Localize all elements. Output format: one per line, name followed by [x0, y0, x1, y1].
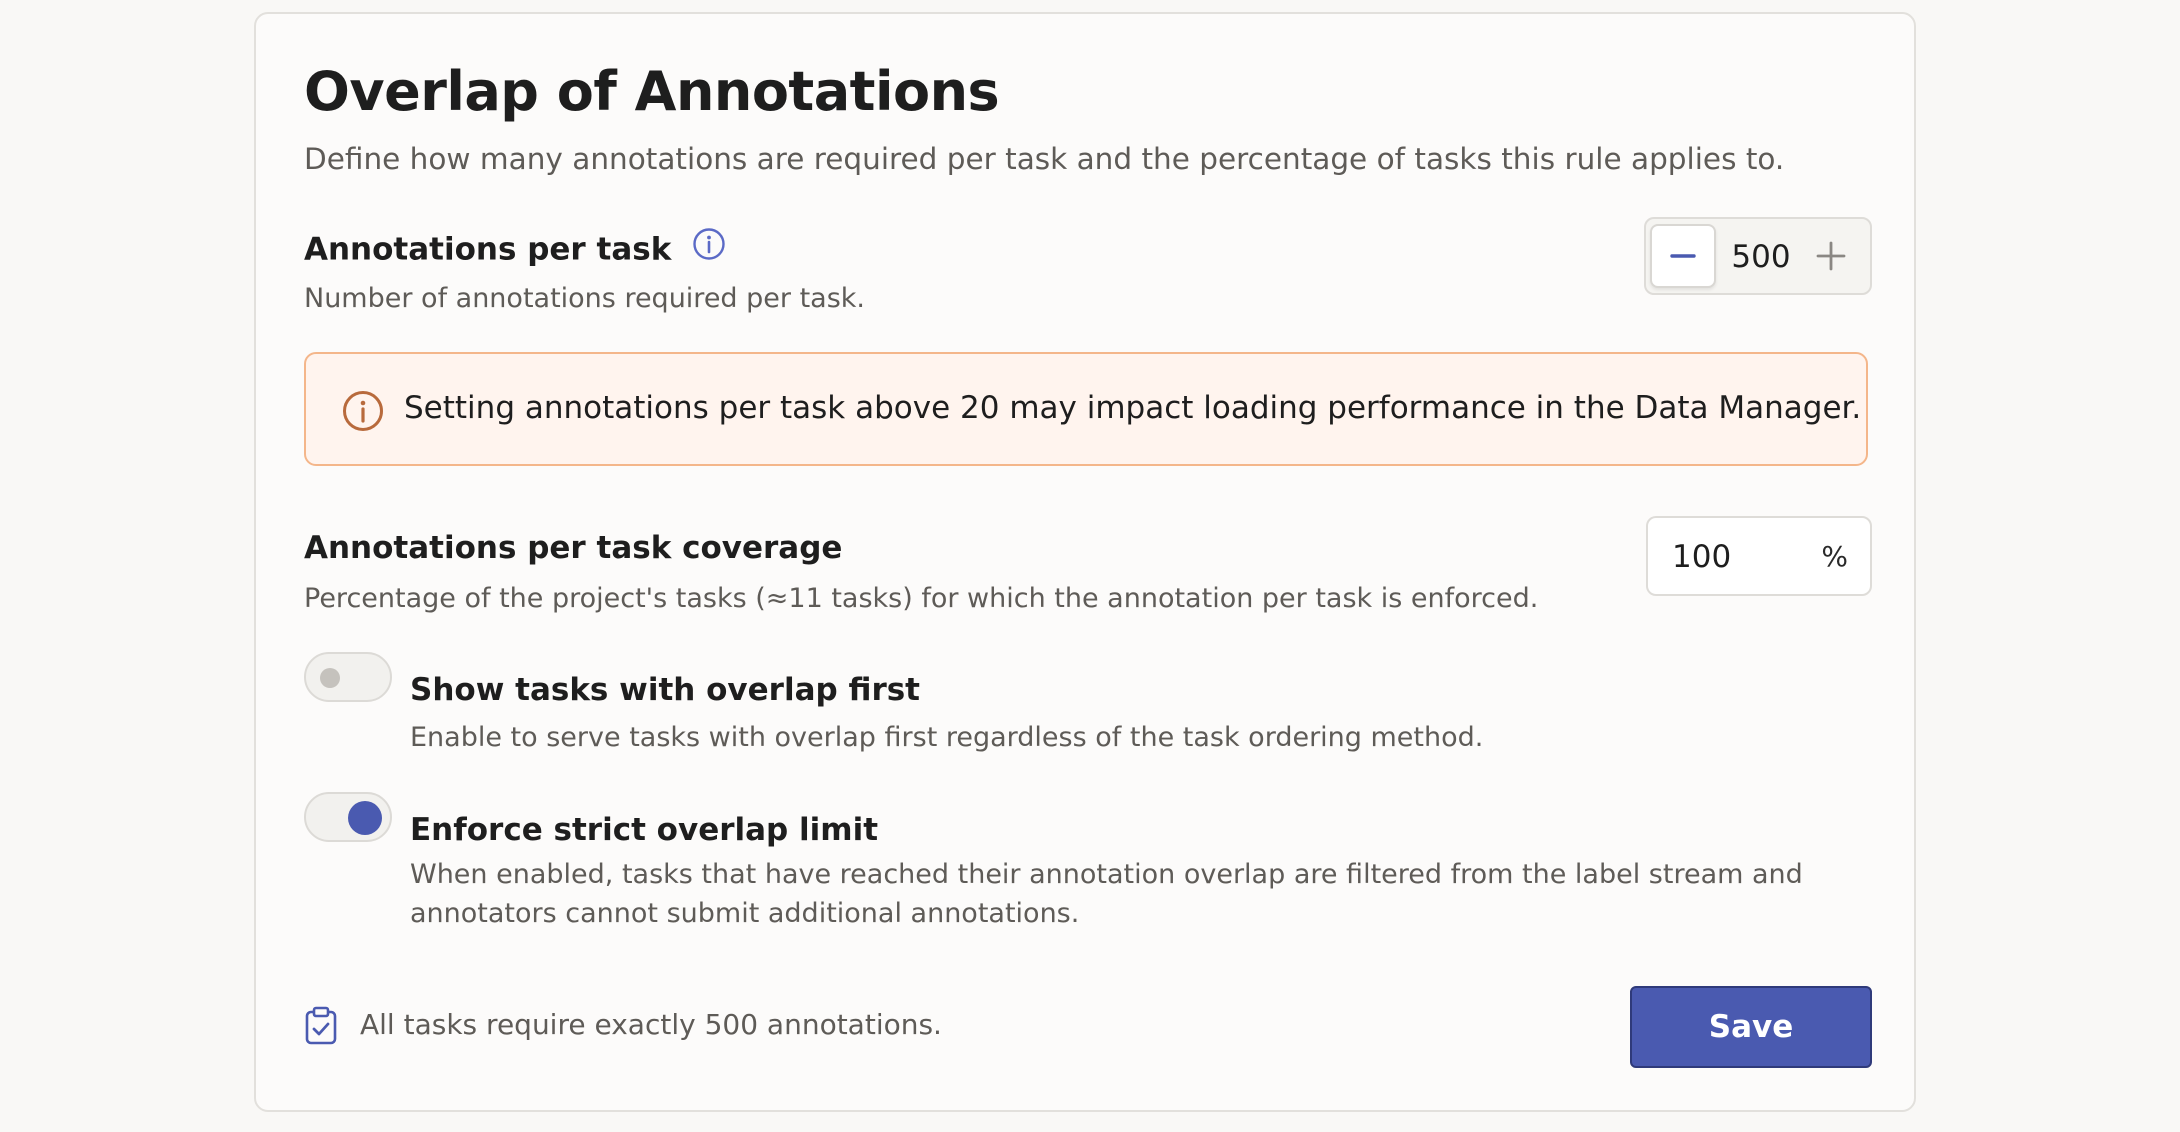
coverage-input-group: % [1646, 516, 1872, 596]
save-button[interactable]: Save [1630, 986, 1872, 1068]
page-title: Overlap of Annotations [304, 60, 1000, 123]
coverage-label: Annotations per task coverage [304, 530, 843, 566]
plus-icon [1816, 241, 1846, 271]
percent-suffix: % [1821, 540, 1848, 573]
coverage-input[interactable] [1670, 518, 1804, 596]
decrement-button[interactable] [1650, 224, 1716, 288]
warning-info-icon [342, 390, 384, 436]
performance-warning-banner: Setting annotations per task above 20 ma… [304, 352, 1868, 466]
show-overlap-first-toggle[interactable] [304, 652, 392, 702]
coverage-description: Percentage of the project's tasks (≈11 t… [304, 583, 1539, 614]
toggle-knob [348, 801, 382, 835]
annotations-per-task-input[interactable] [1720, 219, 1802, 295]
show-overlap-first-description: Enable to serve tasks with overlap first… [410, 722, 1484, 753]
footer-summary: All tasks require exactly 500 annotation… [360, 1008, 942, 1041]
info-circle-icon[interactable] [692, 227, 726, 269]
clipboard-check-icon [304, 1006, 338, 1050]
strict-overlap-limit-toggle[interactable] [304, 792, 392, 842]
page-subtitle: Define how many annotations are required… [304, 142, 1785, 176]
annotations-per-task-label: Annotations per task [304, 231, 672, 268]
overlap-settings-card: Overlap of Annotations Define how many a… [254, 12, 1916, 1112]
strict-overlap-limit-description: When enabled, tasks that have reached th… [410, 859, 1803, 929]
show-overlap-first-label: Show tasks with overlap first [410, 672, 921, 708]
increment-button[interactable] [1798, 224, 1864, 288]
strict-overlap-limit-label: Enforce strict overlap limit [410, 812, 879, 848]
annotations-per-task-label-row: Annotations per task [304, 227, 726, 272]
annotations-per-task-description: Number of annotations required per task. [304, 283, 866, 314]
minus-icon [1670, 254, 1696, 258]
warning-text: Setting annotations per task above 20 ma… [404, 390, 1862, 426]
annotations-per-task-stepper [1644, 217, 1872, 295]
toggle-knob [320, 668, 340, 688]
